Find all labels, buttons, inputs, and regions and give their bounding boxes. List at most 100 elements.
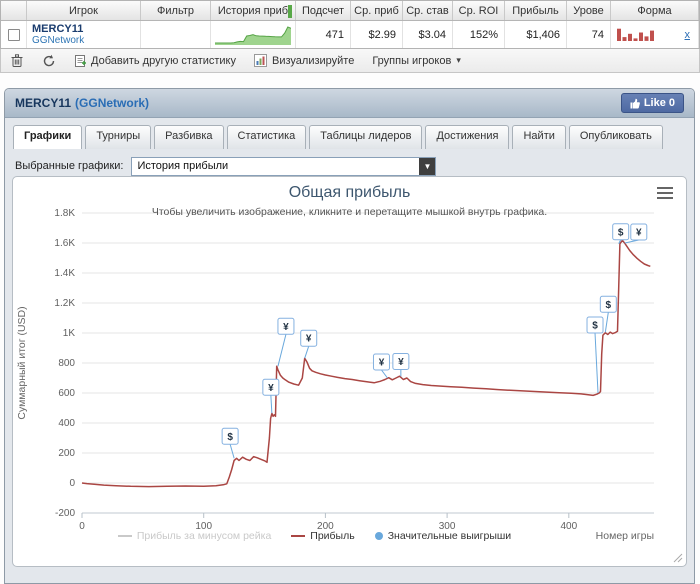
chart-title: Общая прибыль [288, 184, 411, 201]
like-label: Like 0 [643, 97, 675, 109]
column-header[interactable]: История приб [211, 1, 296, 20]
column-header[interactable]: Игрок [27, 1, 141, 20]
add-stat-label: Добавить другую статистику [91, 54, 236, 67]
form-mini-bars [617, 28, 654, 41]
legend-item[interactable]: Прибыль за минусом рейка [117, 530, 272, 542]
tab[interactable]: Достижения [425, 125, 510, 149]
facebook-like-button[interactable]: Like 0 [620, 93, 684, 113]
panel-header: MERCY11 (GGNetwork) Like 0 [5, 89, 694, 118]
svg-text:¥: ¥ [283, 322, 289, 333]
profit-history-cell[interactable] [211, 21, 296, 48]
add-stat-button[interactable]: Добавить другую статистику [74, 54, 236, 68]
svg-text:$: $ [606, 300, 612, 311]
legend-item[interactable]: Значительные выигрыши [374, 530, 512, 542]
sharkscope-page: Игрок Фильтр История приб Подсчет Ср. приб Ср… [0, 0, 700, 584]
profit-chart-container: -200 0 200 400 600 800 1K 1.2K 1.4K 1.6K 1.8K 0 100 2… [12, 176, 687, 567]
player-name-link[interactable]: MERCY11 [32, 23, 83, 35]
legend-label: Значительные выигрыши [387, 530, 512, 542]
legend-label: Прибыль [310, 530, 355, 542]
avg-roi-cell: 152% [453, 21, 505, 48]
clipboard-icon [75, 54, 86, 67]
column-header[interactable]: Ср. приб [351, 1, 403, 20]
chevron-down-icon: ▾ [456, 55, 461, 65]
column-header[interactable]: Ср. став [403, 1, 453, 20]
column-header[interactable]: Подсчет [296, 1, 351, 20]
svg-text:¥: ¥ [636, 228, 642, 239]
visualize-button[interactable]: Визуализируйте [254, 54, 354, 67]
legend-item[interactable]: Прибыль [291, 530, 355, 542]
resize-handle[interactable] [672, 552, 683, 563]
svg-text:Суммарный итог (USD): Суммарный итог (USD) [16, 306, 28, 419]
svg-text:¥: ¥ [306, 334, 312, 345]
thumb-up-icon [630, 98, 640, 108]
panel-network-name: (GGNetwork) [75, 96, 150, 110]
table-header-row: Игрок Фильтр История приб Подсчет Ср. приб Ср… [1, 1, 699, 21]
profit-sparkline [215, 25, 291, 45]
panel-player-name: MERCY11 [15, 96, 72, 110]
svg-text:1.2K: 1.2K [54, 298, 75, 309]
legend-swatch [117, 535, 132, 537]
player-groups-label: Группы игроков [372, 54, 452, 67]
chart-select-value: История прибыли [137, 160, 229, 172]
profit-chart-svg[interactable]: -20002004006008001K1.2K1.4K1.6K1.8K0 100 2… [13, 177, 687, 567]
column-header[interactable]: Прибыль [505, 1, 567, 20]
tab[interactable]: Статистика [226, 125, 307, 149]
svg-text:1.6K: 1.6K [54, 238, 75, 249]
row-checkbox[interactable] [7, 28, 20, 41]
xaxis-title: Номер игры [595, 530, 654, 542]
level-cell: 74 [567, 21, 611, 48]
chart-icon [254, 54, 267, 67]
refresh-button[interactable] [42, 54, 56, 68]
legend-label: Прибыль за минусом рейка [136, 530, 272, 542]
svg-text:$: $ [618, 227, 624, 238]
svg-text:¥: ¥ [398, 357, 404, 368]
chart-type-select[interactable]: История прибыли ▼ [131, 156, 437, 176]
filter-cell[interactable] [141, 21, 211, 48]
svg-text:400: 400 [58, 418, 75, 429]
trash-icon [11, 54, 23, 67]
tab[interactable]: Разбивка [154, 125, 224, 149]
chart-column-icon [288, 5, 292, 18]
column-header[interactable]: Ср. ROI [453, 1, 505, 20]
svg-text:$: $ [227, 432, 233, 443]
selected-charts-label: Выбранные графики: [15, 160, 124, 172]
player-panel: MERCY11 (GGNetwork) Like 0 Графики Турниры… [4, 88, 695, 584]
player-groups-button[interactable]: Группы игроков ▾ [372, 55, 461, 67]
svg-text:800: 800 [58, 358, 75, 369]
column-header[interactable] [1, 1, 27, 20]
legend-swatch [374, 532, 383, 540]
remove-row-link[interactable]: x [685, 29, 691, 41]
avg-profit-cell: $2.99 [351, 21, 403, 48]
profit-cell: $1,406 [505, 21, 567, 48]
tab[interactable]: Таблицы лидеров [309, 125, 423, 149]
column-header[interactable]: Урове [567, 1, 611, 20]
tab[interactable]: Опубликовать [568, 125, 663, 149]
refresh-icon [43, 54, 55, 66]
column-header[interactable]: Фильтр [141, 1, 211, 20]
player-cell: MERCY11 GGNetwork [27, 21, 141, 48]
chart-subtitle: Чтобы увеличить изображение, кликните и … [151, 206, 548, 218]
chart-legend: Прибыль за минусом рейка Прибыль Значитель… [13, 530, 616, 542]
svg-text:-200: -200 [55, 508, 75, 519]
tab[interactable]: Найти [512, 125, 566, 149]
table-toolbar: Добавить другую статистику Визуализируйт… [0, 49, 700, 73]
results-table: Игрок Фильтр История приб Подсчет Ср. приб Ср… [0, 0, 700, 49]
svg-text:600: 600 [58, 388, 75, 399]
delete-button[interactable] [10, 53, 24, 68]
tab[interactable]: Графики [13, 125, 83, 149]
table-row: MERCY11 GGNetwork 471 $2.99 $3.04 152% $… [1, 21, 699, 48]
legend-swatch [291, 535, 306, 537]
svg-text:¥: ¥ [268, 383, 274, 394]
chart-menu-icon[interactable] [657, 187, 673, 199]
avg-stake-cell: $3.04 [403, 21, 453, 48]
svg-text:1.4K: 1.4K [54, 268, 75, 279]
column-header[interactable]: Форма [611, 1, 699, 20]
tab[interactable]: Турниры [85, 125, 152, 149]
svg-text:200: 200 [58, 448, 75, 459]
row-select-cell [1, 21, 27, 48]
form-cell: x [611, 21, 699, 48]
player-network-link[interactable]: GGNetwork [32, 35, 84, 47]
svg-text:1K: 1K [63, 328, 76, 339]
tab-bar: Графики Турниры Разбивка Статистика Таблицы … [5, 118, 694, 149]
count-cell: 471 [296, 21, 351, 48]
